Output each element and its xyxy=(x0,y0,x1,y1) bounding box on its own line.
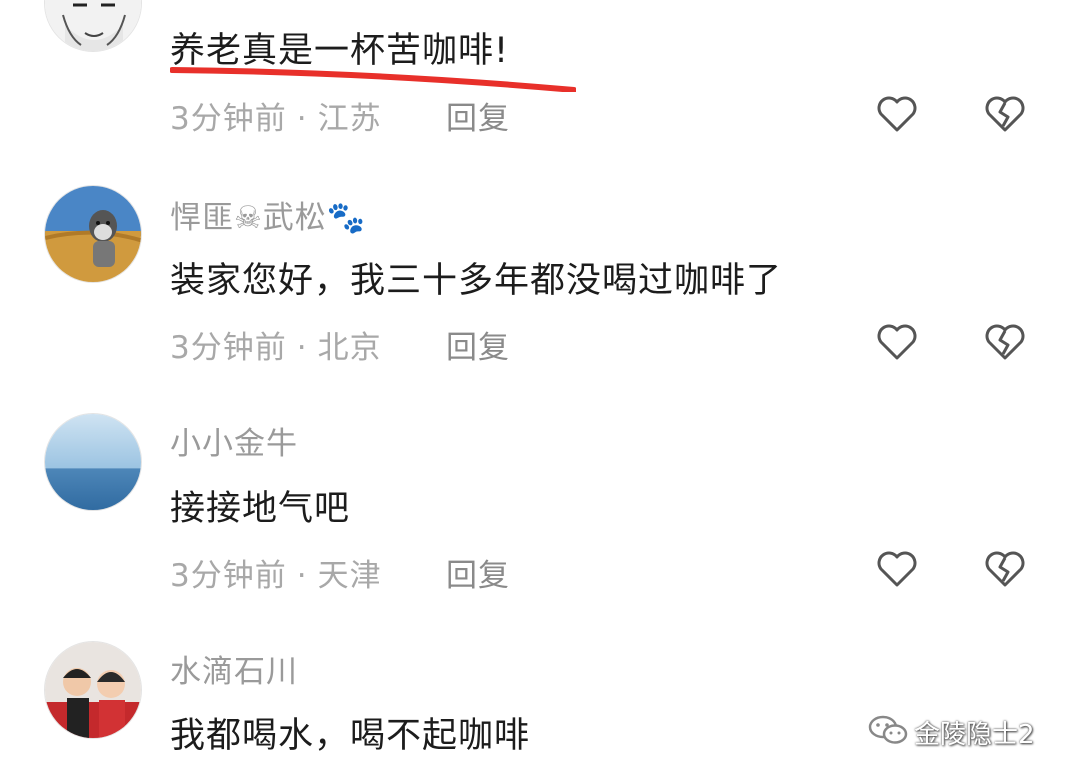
watermark-text: 金陵隐士2 xyxy=(914,720,1035,750)
highlight-underline xyxy=(170,67,576,92)
reply-button[interactable]: 回复 xyxy=(446,322,510,367)
comment-text: 装家您好，我三十多年都没喝过咖啡了 xyxy=(170,261,783,301)
avatar[interactable] xyxy=(44,185,142,283)
username[interactable]: 小小金牛 xyxy=(170,418,298,463)
wechat-logo-icon xyxy=(868,715,908,744)
comment-text: 接接地气吧 xyxy=(170,489,351,529)
comment-location: 江苏 xyxy=(317,101,382,137)
reply-button[interactable]: 回复 xyxy=(446,550,510,595)
heart-outline-icon[interactable] xyxy=(875,547,919,591)
heart-outline-icon[interactable] xyxy=(875,92,919,136)
broken-heart-icon[interactable] xyxy=(983,92,1027,136)
avatar[interactable] xyxy=(44,413,142,511)
heart-outline-icon[interactable] xyxy=(875,320,919,364)
comment-location: 天津 xyxy=(317,558,382,594)
username[interactable]: 水滴石川 xyxy=(170,646,298,691)
reply-button[interactable]: 回复 xyxy=(446,93,510,138)
comment-meta: 3分钟前 · 天津 xyxy=(170,550,382,595)
meta-separator: · xyxy=(296,558,308,594)
comment-time: 3分钟前 xyxy=(170,101,287,137)
comment-list: 养老真是一杯苦咖啡! 3分钟前 · 江苏 回复 悍匪☠武松🐾 装家您好，我三十多… xyxy=(0,0,1080,779)
comment-meta: 3分钟前 · 江苏 xyxy=(170,93,382,138)
comment-time: 3分钟前 xyxy=(170,558,287,594)
broken-heart-icon[interactable] xyxy=(983,320,1027,364)
meta-separator: · xyxy=(296,101,308,137)
username[interactable]: 悍匪☠武松🐾 xyxy=(170,192,366,237)
avatar[interactable] xyxy=(44,641,142,739)
broken-heart-icon[interactable] xyxy=(983,547,1027,591)
comment-time: 3分钟前 xyxy=(170,330,287,366)
meta-separator: · xyxy=(296,330,308,366)
comment-location: 北京 xyxy=(317,330,382,366)
avatar[interactable] xyxy=(44,0,142,52)
comment-text: 我都喝水，喝不起咖啡 xyxy=(170,716,531,756)
comment-meta: 3分钟前 · 北京 xyxy=(170,322,382,367)
